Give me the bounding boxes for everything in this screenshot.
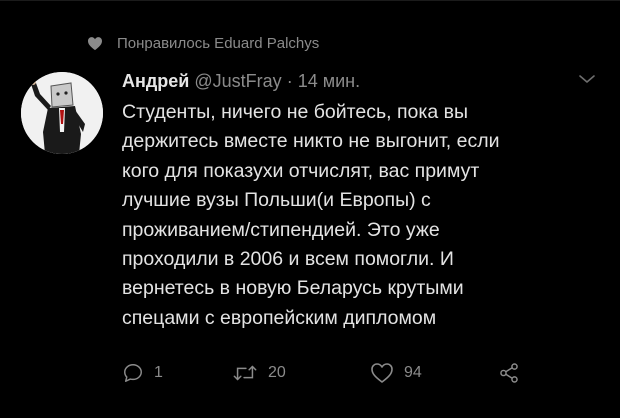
tweet-menu-button[interactable] (578, 72, 596, 90)
retweet-icon (233, 365, 257, 381)
tweet-actions: 1 20 94 (122, 362, 542, 388)
like-button[interactable]: 94 (370, 362, 422, 384)
avatar-figure-icon (21, 72, 103, 154)
retweet-button[interactable]: 20 (232, 362, 286, 384)
tweet-time[interactable]: 14 мин. (298, 71, 360, 91)
retweet-count: 20 (268, 364, 286, 381)
tweet-header: Андрей @JustFray · 14 мин. (122, 70, 360, 92)
top-divider (0, 0, 620, 1)
social-context[interactable]: Понравилось Eduard Palchys (87, 35, 319, 52)
like-count: 94 (404, 364, 422, 381)
heart-outline-icon (371, 363, 393, 383)
heart-icon (87, 36, 103, 51)
reply-icon (124, 364, 142, 382)
reply-button[interactable]: 1 (122, 362, 163, 384)
avatar[interactable] (21, 72, 103, 154)
social-context-text: Понравилось Eduard Palchys (117, 35, 320, 52)
share-icon (500, 363, 518, 383)
header-separator: · (286, 71, 293, 91)
tweet-text: Студенты, ничего не бойтесь, пока вы дер… (122, 101, 500, 329)
author-handle[interactable]: @JustFray (194, 71, 281, 91)
reply-count: 1 (154, 364, 163, 381)
chevron-down-icon (579, 75, 595, 83)
share-button[interactable] (498, 362, 520, 384)
author-name[interactable]: Андрей (122, 71, 189, 91)
